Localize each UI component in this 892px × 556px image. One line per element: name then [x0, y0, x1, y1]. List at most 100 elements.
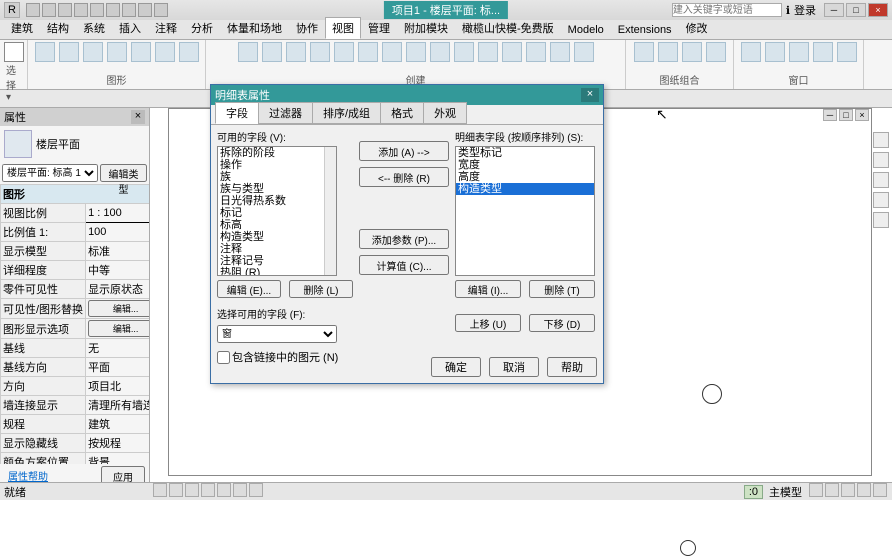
property-edit-button[interactable]: 编辑... — [88, 300, 149, 317]
ribbon-icon[interactable] — [155, 42, 175, 62]
ribbon-icon[interactable] — [706, 42, 726, 62]
list-item[interactable]: 宽度 — [456, 159, 594, 171]
visual-style-icon[interactable] — [185, 483, 199, 497]
add-button[interactable]: 添加 (A) --> — [359, 141, 449, 161]
scrollbar[interactable] — [324, 147, 336, 275]
property-value[interactable]: 编辑... — [86, 299, 149, 319]
list-item[interactable]: 操作 — [218, 159, 336, 171]
nav-wheel-icon[interactable] — [873, 172, 889, 188]
ribbon-tab[interactable]: Modelo — [561, 21, 611, 39]
qat-undo-icon[interactable] — [58, 3, 72, 17]
status-icon[interactable] — [841, 483, 855, 497]
nav-pan-icon[interactable] — [873, 192, 889, 208]
modify-icon[interactable] — [4, 42, 24, 62]
ribbon-tab[interactable]: 结构 — [40, 17, 76, 39]
property-value[interactable]: 按规程 — [86, 434, 149, 453]
property-value[interactable]: 中等 — [86, 261, 149, 280]
ribbon-icon[interactable] — [310, 42, 330, 62]
status-icon[interactable] — [809, 483, 823, 497]
delete-right-button[interactable]: 删除 (T) — [529, 280, 595, 298]
ribbon-icon[interactable] — [837, 42, 857, 62]
qat-icon[interactable] — [138, 3, 152, 17]
sun-icon[interactable] — [201, 483, 215, 497]
ribbon-icon[interactable] — [131, 42, 151, 62]
schedule-fields-listbox[interactable]: 类型标记宽度高度构造类型 — [455, 146, 595, 276]
calc-value-button[interactable]: 计算值 (C)... — [359, 255, 449, 275]
ribbon-icon[interactable] — [358, 42, 378, 62]
list-item[interactable]: 类型标记 — [456, 147, 594, 159]
ribbon-tab[interactable]: 管理 — [361, 17, 397, 39]
scale-icon[interactable] — [153, 483, 167, 497]
ribbon-icon[interactable] — [550, 42, 570, 62]
ribbon-icon[interactable] — [634, 42, 654, 62]
selection-count[interactable]: :0 — [744, 485, 763, 499]
ribbon-icon[interactable] — [682, 42, 702, 62]
list-item[interactable]: 注释 — [218, 243, 336, 255]
qat-print-icon[interactable] — [90, 3, 104, 17]
list-item[interactable]: 构造类型 — [218, 231, 336, 243]
dialog-tab[interactable]: 格式 — [380, 102, 424, 124]
status-icon[interactable] — [857, 483, 871, 497]
login-label[interactable]: 登录 — [794, 2, 816, 18]
qat-open-icon[interactable] — [26, 3, 40, 17]
qat-icon[interactable] — [122, 3, 136, 17]
ribbon-tab[interactable]: 视图 — [325, 17, 361, 39]
list-item[interactable]: 日光得热系数 — [218, 195, 336, 207]
edit-left-button[interactable]: 编辑 (E)... — [217, 280, 281, 298]
ribbon-icon[interactable] — [502, 42, 522, 62]
nav-cube-icon[interactable] — [873, 152, 889, 168]
ribbon-icon[interactable] — [574, 42, 594, 62]
qat-icon[interactable] — [106, 3, 120, 17]
help-button[interactable]: 帮助 — [547, 357, 597, 377]
nav-home-icon[interactable] — [873, 132, 889, 148]
dialog-tab[interactable]: 排序/成组 — [312, 102, 381, 124]
ribbon-tab[interactable]: 注释 — [148, 17, 184, 39]
maximize-button[interactable]: □ — [846, 3, 866, 17]
shadow-icon[interactable] — [217, 483, 231, 497]
edit-right-button[interactable]: 编辑 (I)... — [455, 280, 521, 298]
view-close-icon[interactable]: × — [855, 109, 869, 121]
ribbon-icon[interactable] — [179, 42, 199, 62]
ribbon-tab[interactable]: 分析 — [184, 17, 220, 39]
property-value[interactable]: 100 — [86, 223, 149, 242]
edit-type-button[interactable]: 编辑类型 — [100, 164, 147, 182]
main-model-label[interactable]: 主模型 — [769, 484, 802, 500]
status-icon[interactable] — [825, 483, 839, 497]
dialog-tab[interactable]: 外观 — [423, 102, 467, 124]
ribbon-icon[interactable] — [526, 42, 546, 62]
list-item[interactable]: 标高 — [218, 219, 336, 231]
ribbon-icon[interactable] — [262, 42, 282, 62]
property-edit-button[interactable]: 编辑... — [88, 320, 149, 337]
available-fields-listbox[interactable]: 拆除的阶段操作族族与类型日光得热系数标记标高构造类型注释注释记号热阻 (R)类型… — [217, 146, 337, 276]
remove-button[interactable]: <-- 删除 (R) — [359, 167, 449, 187]
property-value[interactable]: 1 : 100 — [86, 204, 149, 223]
ribbon-tab[interactable]: 橄榄山快模-免费版 — [455, 17, 561, 39]
crop-icon[interactable] — [233, 483, 247, 497]
qat-save-icon[interactable] — [42, 3, 56, 17]
ribbon-icon[interactable] — [83, 42, 103, 62]
list-item[interactable]: 标记 — [218, 207, 336, 219]
discipline-select[interactable]: 窗 — [217, 325, 337, 343]
ribbon-icon[interactable] — [658, 42, 678, 62]
list-item[interactable]: 族 — [218, 171, 336, 183]
ribbon-icon[interactable] — [286, 42, 306, 62]
detail-icon[interactable] — [169, 483, 183, 497]
ribbon-tab[interactable]: Extensions — [611, 21, 679, 39]
ribbon-icon[interactable] — [789, 42, 809, 62]
view-min-icon[interactable]: ─ — [823, 109, 837, 121]
list-item[interactable]: 高度 — [456, 171, 594, 183]
dialog-tab[interactable]: 字段 — [215, 102, 259, 124]
minimize-button[interactable]: ─ — [824, 3, 844, 17]
property-value[interactable]: 编辑... — [86, 319, 149, 339]
ribbon-icon[interactable] — [430, 42, 450, 62]
status-icon[interactable] — [873, 483, 887, 497]
ribbon-icon[interactable] — [334, 42, 354, 62]
include-linked-checkbox[interactable] — [217, 351, 230, 364]
ribbon-tab[interactable]: 体量和场地 — [220, 17, 289, 39]
search-input[interactable] — [672, 3, 782, 17]
list-item[interactable]: 构造类型 — [456, 183, 594, 195]
property-value[interactable]: 背景 — [86, 453, 149, 465]
type-selector[interactable]: 楼层平面: 标高 1 — [2, 164, 98, 182]
property-value[interactable]: 项目北 — [86, 377, 149, 396]
ribbon-tab[interactable]: 插入 — [112, 17, 148, 39]
